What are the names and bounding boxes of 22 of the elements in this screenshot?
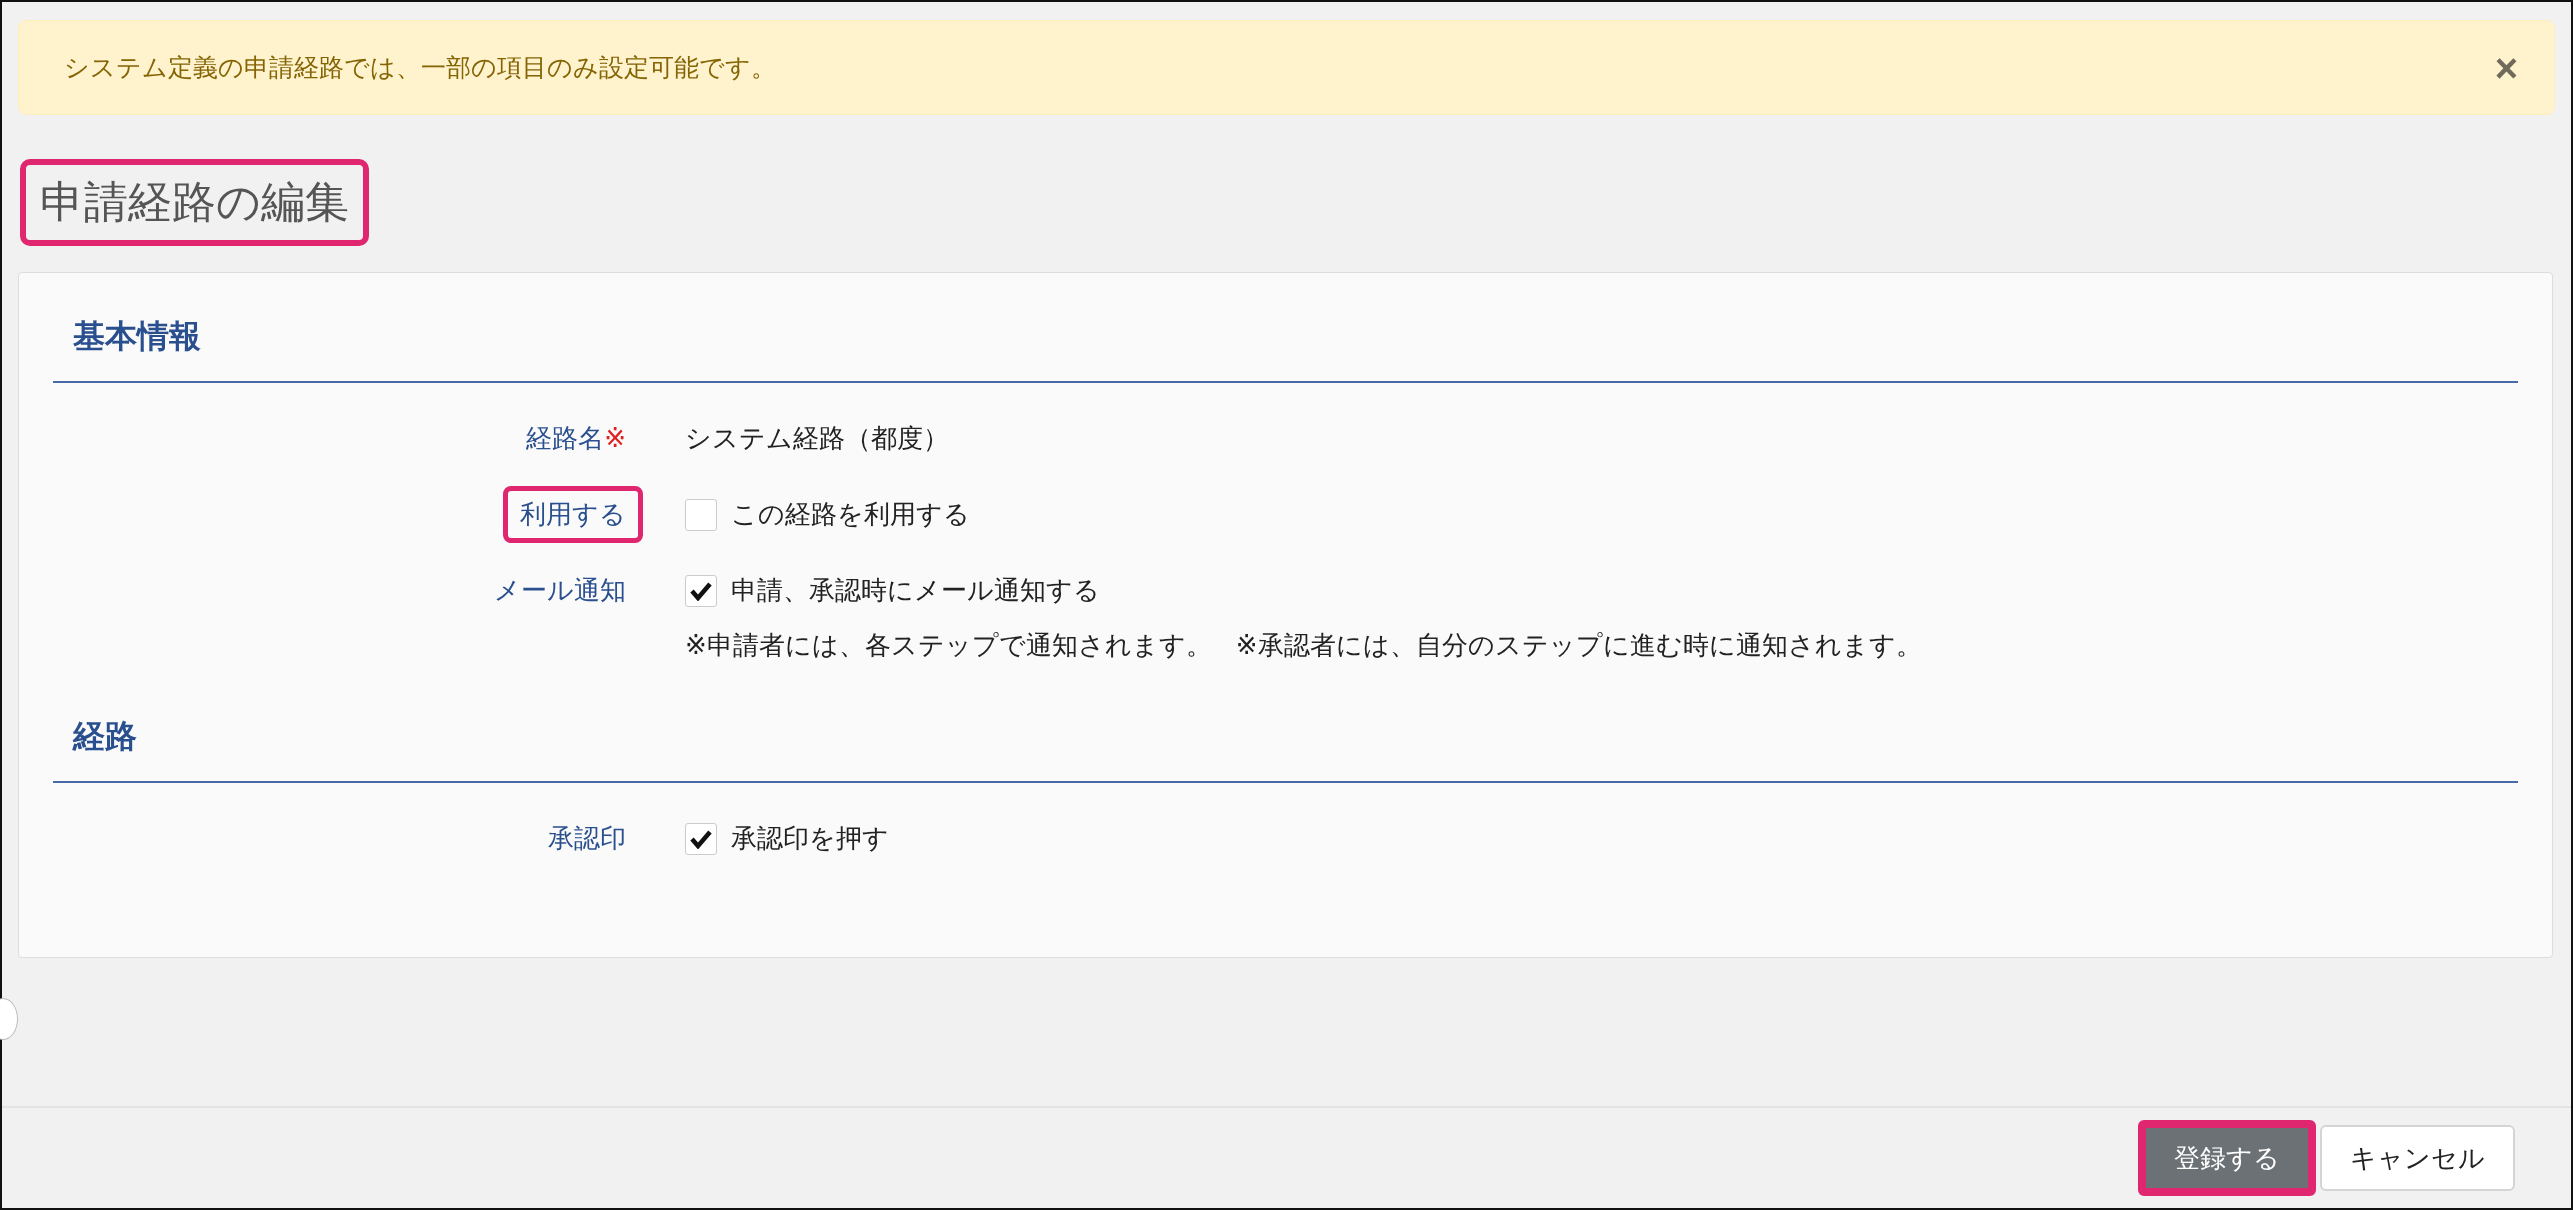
field-label: 承認印 [547, 822, 627, 855]
page-title: 申請経路の編集 [20, 159, 369, 246]
checkbox-label: この経路を利用する [731, 498, 970, 531]
note-text: ※承認者には、自分のステップに進む時に通知されます。 [1235, 629, 1922, 662]
check-icon [690, 828, 712, 849]
close-button[interactable]: × [2488, 47, 2524, 88]
field-label: メール通知 [493, 574, 627, 607]
alert-message: システム定義の申請経路では、一部の項目のみ設定可能です。 [64, 52, 776, 84]
field-label: 利用する [503, 486, 643, 543]
field-label: 経路名※ [525, 422, 627, 455]
checkbox[interactable] [685, 498, 717, 531]
cancel-button[interactable]: キャンセル [2320, 1125, 2515, 1191]
checkbox-label: 申請、承認時にメール通知する [731, 574, 1100, 607]
check-icon [690, 580, 712, 601]
submit-button[interactable]: 登録する [2138, 1120, 2316, 1196]
section-heading: 経路 [53, 693, 2518, 783]
note-text: ※申請者には、各ステップで通知されます。 [685, 629, 1212, 662]
section-heading: 基本情報 [53, 293, 2518, 383]
checkbox[interactable] [685, 574, 717, 607]
checkbox[interactable] [685, 822, 717, 855]
checkbox-label: 承認印を押す [731, 822, 889, 855]
field-value: システム経路（都度） [685, 422, 949, 455]
